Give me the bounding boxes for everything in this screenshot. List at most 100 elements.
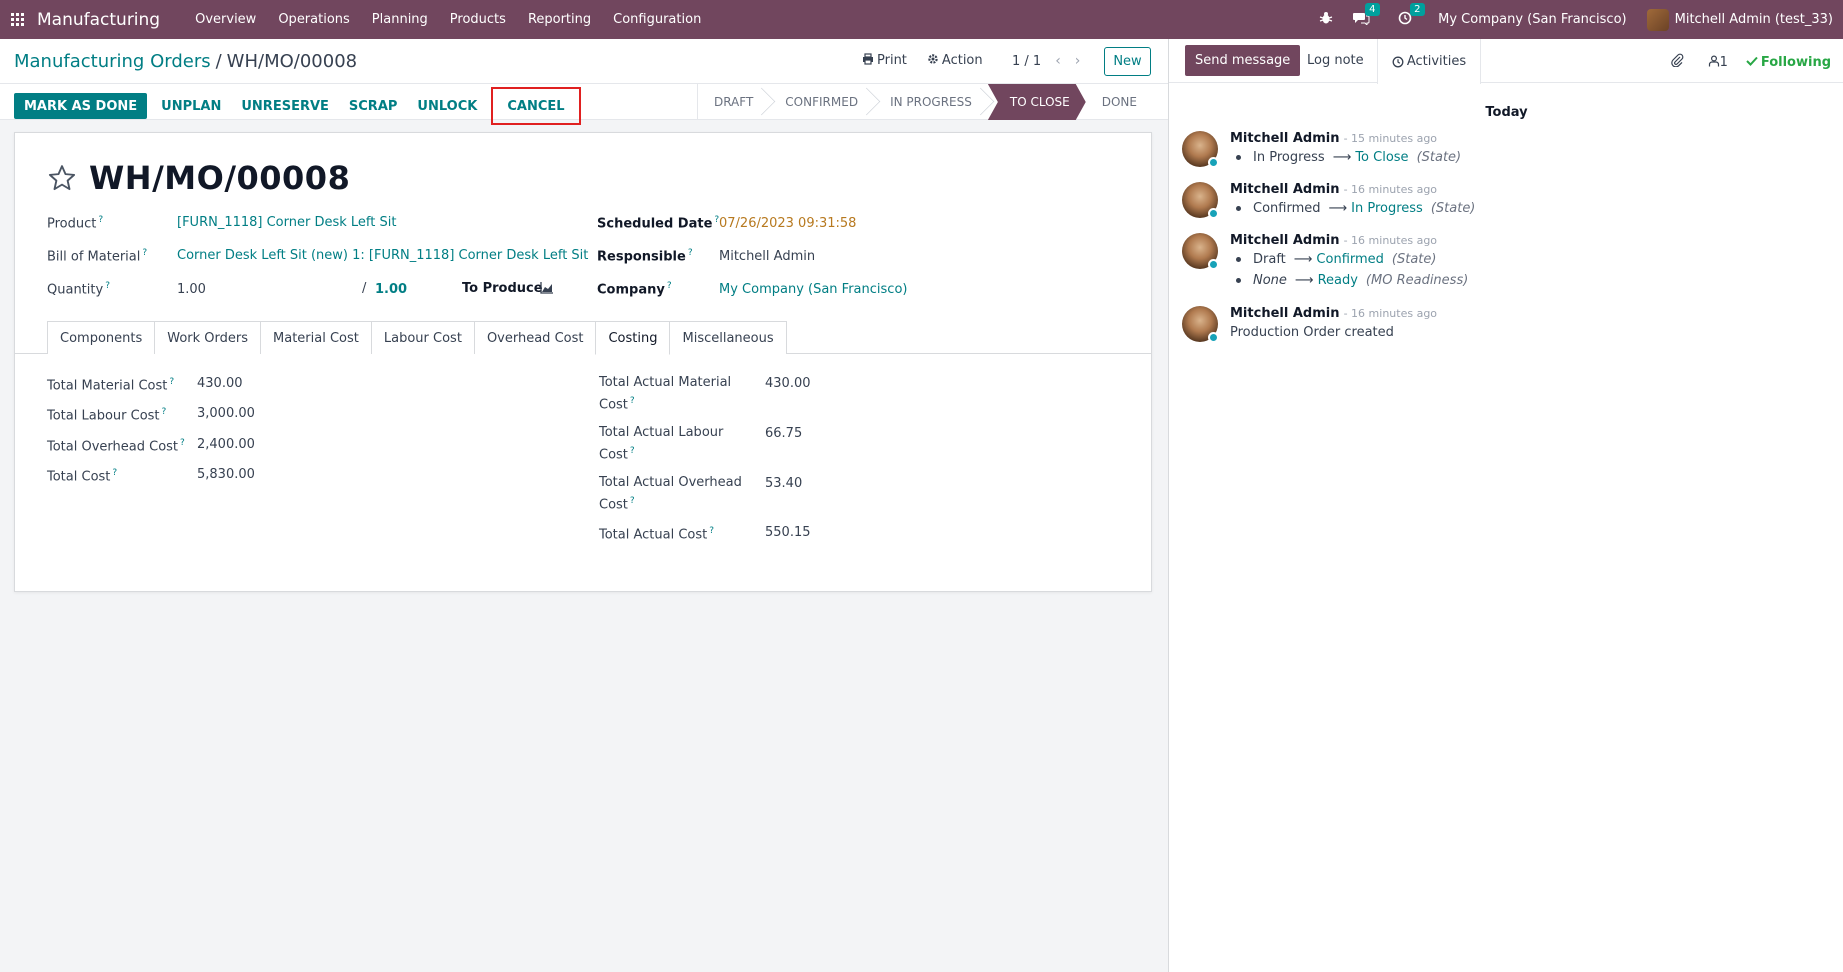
tab-overhead-cost[interactable]: Overhead Cost (473, 321, 597, 354)
pager-next-icon[interactable]: › (1075, 53, 1081, 69)
company-field: Company? (597, 281, 672, 297)
bom-label: Bill of Material (47, 249, 141, 265)
author-avatar[interactable] (1182, 306, 1219, 343)
pager-previous-icon[interactable]: ‹ (1055, 53, 1061, 69)
unlock-button[interactable]: UNLOCK (407, 93, 487, 119)
message-author[interactable]: Mitchell Admin (1230, 131, 1339, 146)
chatter-right-tools: 1 Following (1670, 53, 1831, 71)
menu-planning[interactable]: Planning (372, 12, 428, 27)
quantity-producing-value[interactable]: 1.00 (375, 282, 407, 297)
total-actual-cost-label: Total Actual Cost? (599, 526, 715, 543)
stage-confirmed[interactable]: CONFIRMED (769, 84, 874, 120)
new-button[interactable]: New (1104, 47, 1151, 76)
tracking-field-name: (State) (1416, 150, 1462, 165)
scheduled-date-value[interactable]: 07/26/2023 09:31:58 (719, 216, 856, 231)
paperclip-icon[interactable] (1670, 53, 1684, 71)
messages-icon[interactable]: 4 (1353, 2, 1380, 29)
bug-icon[interactable] (1319, 11, 1333, 29)
pager-value[interactable]: 1 / 1 (1012, 54, 1041, 69)
tab-work-orders[interactable]: Work Orders (154, 321, 262, 354)
tab-labour-cost[interactable]: Labour Cost (370, 321, 475, 354)
stage-pipeline: DRAFT CONFIRMED IN PROGRESS TO CLOSE DON… (696, 84, 1153, 120)
user-avatar (1646, 8, 1669, 31)
print-label: Print (877, 53, 907, 68)
message-author[interactable]: Mitchell Admin (1230, 182, 1339, 197)
cp-actions: Print Action (862, 53, 1003, 68)
product-value[interactable]: [FURN_1118] Corner Desk Left Sit (177, 215, 396, 230)
help-icon[interactable]: ? (688, 248, 693, 258)
message-author[interactable]: Mitchell Admin (1230, 233, 1339, 248)
menu-configuration[interactable]: Configuration (613, 12, 701, 27)
app-name[interactable]: Manufacturing (37, 10, 160, 30)
message-author[interactable]: Mitchell Admin (1230, 306, 1339, 321)
help-icon[interactable]: ? (169, 377, 174, 387)
activities-badge: 2 (1410, 2, 1425, 16)
log-note-button[interactable]: Log note (1307, 53, 1364, 68)
tab-components[interactable]: Components (47, 321, 156, 354)
quantity-value[interactable]: 1.00 (177, 282, 206, 297)
user-menu[interactable]: Mitchell Admin (test_33) (1646, 8, 1833, 31)
stage-to-close[interactable]: TO CLOSE (988, 84, 1086, 120)
mark-as-done-button[interactable]: MARK AS DONE (14, 93, 148, 119)
activities-clock-icon[interactable]: 2 (1398, 2, 1425, 29)
scrap-button[interactable]: SCRAP (339, 93, 408, 119)
tracking-new-value: To Close (1355, 150, 1409, 165)
help-icon[interactable]: ? (630, 396, 635, 406)
tracking-new-value: Confirmed (1316, 252, 1384, 267)
total-actual-material-cost-label: Total Actual Material Cost? (599, 375, 732, 413)
menu-operations[interactable]: Operations (278, 12, 349, 27)
form-sheet: WH/MO/00008 Product? [FURN_1118] Corner … (14, 132, 1152, 592)
cancel-button[interactable]: CANCEL (491, 87, 581, 125)
tab-costing[interactable]: Costing (595, 321, 671, 355)
help-icon[interactable]: ? (162, 407, 167, 417)
breadcrumb-manufacturing-orders[interactable]: Manufacturing Orders (14, 51, 211, 72)
author-avatar[interactable] (1182, 131, 1219, 168)
menu-reporting[interactable]: Reporting (528, 12, 591, 27)
bom-value[interactable]: Corner Desk Left Sit (new) 1: [FURN_1118… (177, 248, 588, 263)
gear-icon (928, 54, 938, 64)
tracking-field-name: (State) (1430, 201, 1476, 216)
area-chart-icon[interactable] (540, 282, 554, 294)
print-button[interactable]: Print (862, 53, 907, 68)
apps-grid-icon[interactable] (11, 12, 25, 27)
tracking-field-name: (State) (1391, 252, 1437, 267)
help-icon[interactable]: ? (142, 248, 147, 258)
tab-material-cost[interactable]: Material Cost (260, 321, 372, 354)
total-actual-overhead-cost-value: 53.40 (765, 476, 803, 491)
company-label: Company (597, 282, 665, 298)
online-status-icon (1208, 259, 1219, 270)
online-status-icon (1208, 332, 1219, 343)
stage-draft[interactable]: DRAFT (698, 84, 769, 120)
menu-products[interactable]: Products (450, 12, 506, 27)
unplan-button[interactable]: UNPLAN (151, 93, 231, 119)
help-icon[interactable]: ? (112, 468, 117, 478)
help-icon[interactable]: ? (105, 281, 110, 291)
help-icon[interactable]: ? (630, 496, 635, 506)
followers-button[interactable]: 1 (1708, 55, 1728, 70)
tab-miscellaneous[interactable]: Miscellaneous (669, 321, 787, 354)
record-title: WH/MO/00008 (89, 159, 351, 197)
menu-overview[interactable]: Overview (195, 12, 256, 27)
send-message-button[interactable]: Send message (1185, 45, 1301, 76)
responsible-value[interactable]: Mitchell Admin (719, 249, 815, 264)
activities-button[interactable]: Activities (1377, 39, 1481, 84)
company-value[interactable]: My Company (San Francisco) (719, 282, 907, 297)
company-switcher[interactable]: My Company (San Francisco) (1438, 12, 1626, 27)
total-actual-labour-cost-label: Total Actual Labour Cost? (599, 425, 724, 463)
author-avatar[interactable] (1182, 182, 1219, 219)
action-button[interactable]: Action (927, 53, 983, 68)
help-icon[interactable]: ? (667, 281, 672, 291)
help-icon[interactable]: ? (98, 215, 103, 225)
following-button[interactable]: Following (1746, 55, 1831, 70)
tracking-field-name: (MO Readiness) (1365, 273, 1469, 288)
stage-in-progress[interactable]: IN PROGRESS (874, 84, 988, 120)
stage-done[interactable]: DONE (1086, 84, 1153, 120)
help-icon[interactable]: ? (630, 446, 635, 456)
star-icon[interactable] (47, 163, 77, 193)
total-overhead-cost-label: Total Overhead Cost? (47, 438, 185, 455)
help-icon[interactable]: ? (709, 526, 714, 536)
help-icon[interactable]: ? (180, 438, 185, 448)
total-material-cost-value: 430.00 (197, 376, 243, 391)
unreserve-button[interactable]: UNRESERVE (231, 93, 339, 119)
author-avatar[interactable] (1182, 233, 1219, 270)
